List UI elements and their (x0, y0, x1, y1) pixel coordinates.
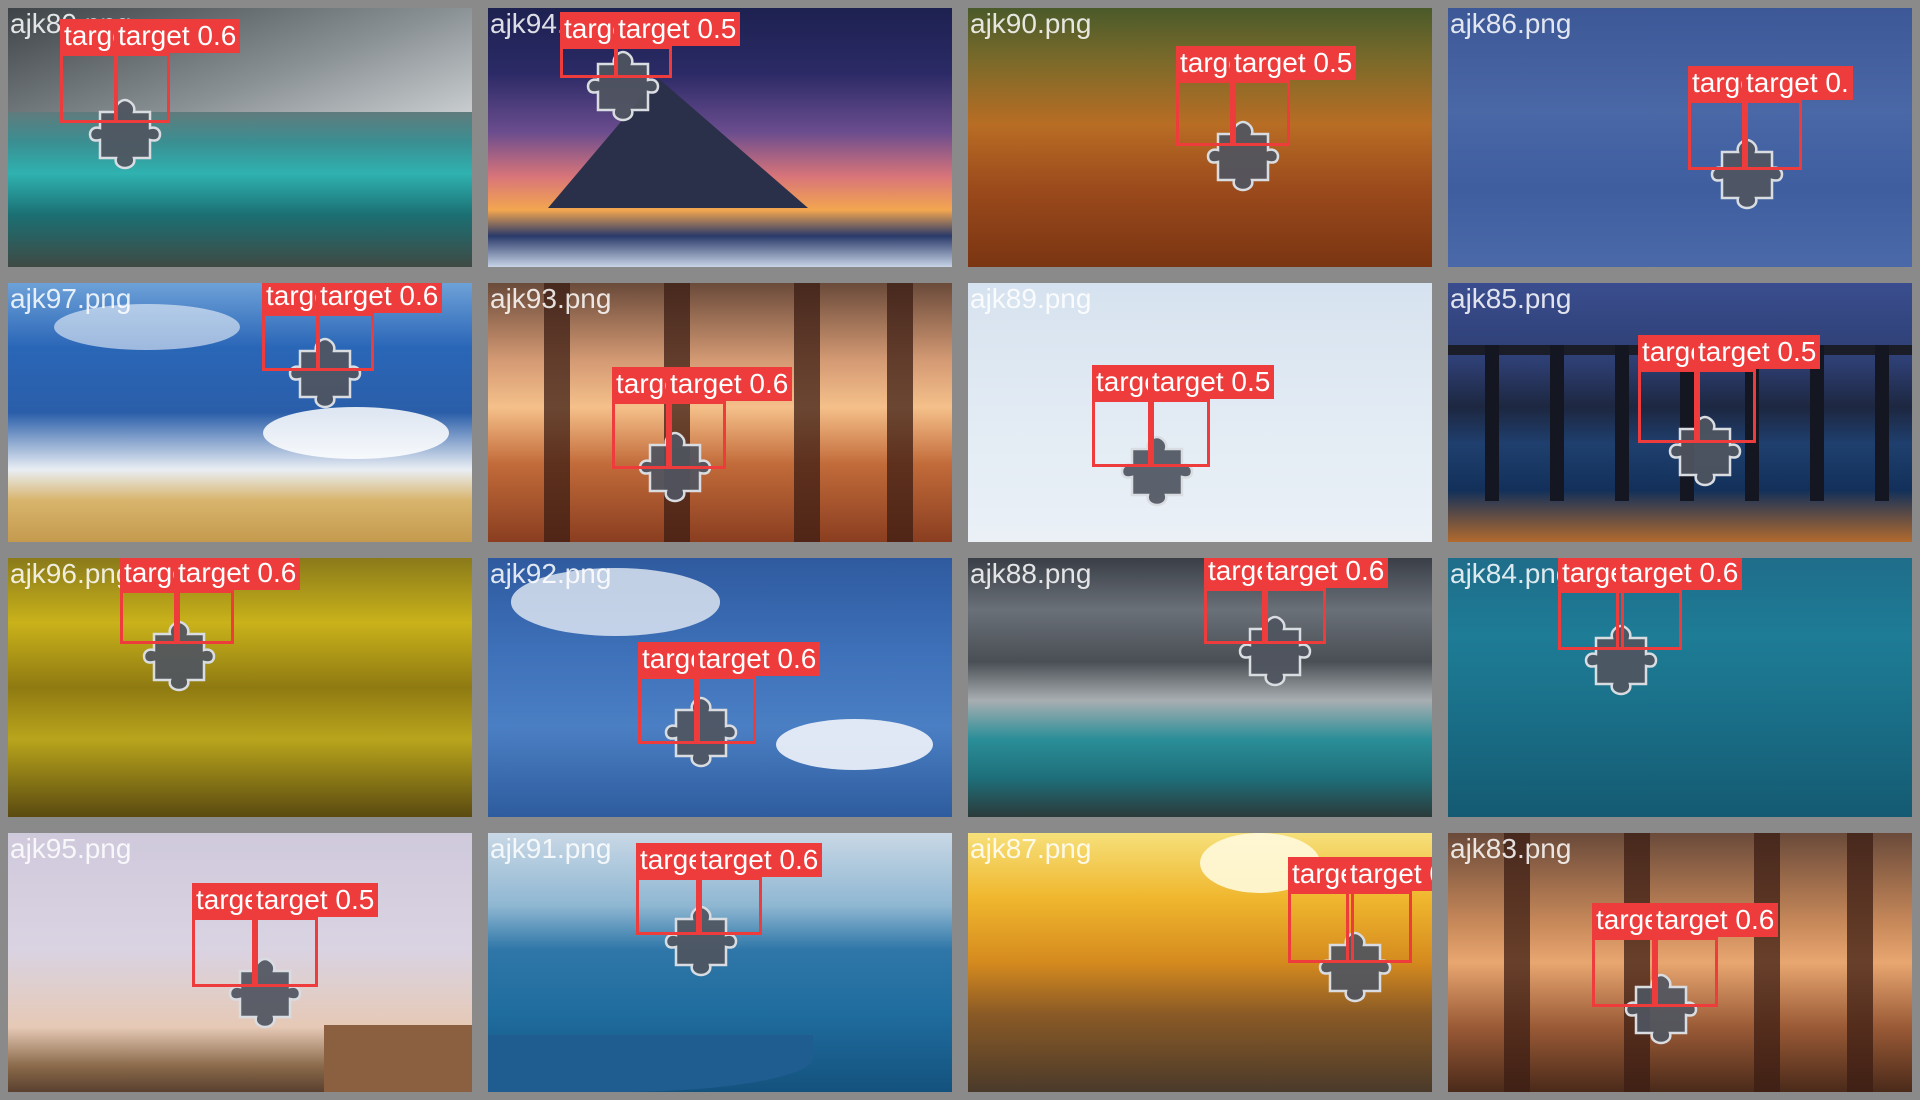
image-filename: ajk86.png (1450, 8, 1572, 39)
scene-image (968, 558, 1432, 817)
detection-label: target 0.6 (696, 843, 823, 877)
detection-box (1176, 80, 1236, 146)
detection-box (60, 53, 118, 123)
image-tile[interactable]: targe target 0.6 ajk96.png (0, 550, 480, 825)
detection-box (174, 590, 234, 644)
detection-box (192, 917, 258, 987)
detection-box (1148, 399, 1210, 467)
image-tile[interactable]: target target 0.5 ajk95.png (0, 825, 480, 1100)
image-filename: ajk87.png (970, 833, 1092, 864)
detection-box (316, 313, 374, 371)
detection-box (694, 676, 756, 744)
detection-label: target 0. (1742, 66, 1853, 100)
image-tile[interactable]: targe target 0.6 ajk97.png (0, 275, 480, 550)
detection-box (1092, 399, 1154, 467)
scene-image (8, 558, 472, 817)
detection-label: target 0.6 (694, 642, 821, 676)
detection-box (120, 590, 180, 644)
detection-label: target 0.6 (666, 367, 793, 401)
detection-box (1262, 588, 1326, 644)
image-filename: ajk95.png (10, 833, 132, 864)
detection-label: target 0.6 (174, 558, 301, 590)
detection-label: target 0.6 (316, 283, 443, 313)
detection-box (252, 917, 318, 987)
detection-label: target 0.4 (1346, 857, 1432, 891)
detection-label: target 0.5 (614, 12, 741, 46)
detection-box (636, 877, 702, 935)
detection-box (666, 401, 726, 469)
image-tile[interactable]: target target 0.5 ajk94.png (480, 0, 960, 275)
image-filename: ajk92.png (490, 558, 612, 589)
detection-label: target 0.6 (1262, 558, 1389, 588)
image-filename: ajk93.png (490, 283, 612, 314)
detection-box (614, 46, 672, 78)
detection-box (1652, 937, 1718, 1007)
image-filename: ajk90.png (970, 8, 1092, 39)
detection-box (1688, 100, 1748, 170)
image-filename: ajk85.png (1450, 283, 1572, 314)
image-tile[interactable]: target target 0.6 ajk88.png (960, 550, 1440, 825)
image-tile[interactable]: targe target 0. ajk86.png (1440, 0, 1920, 275)
detection-label: target 0.6 (114, 19, 241, 53)
detection-label: target 0.6 (1652, 903, 1779, 937)
detection-box (1742, 100, 1802, 170)
detection-box (696, 877, 762, 935)
detection-box (1694, 369, 1756, 443)
image-tile[interactable]: target target 0.5 ajk89.png (960, 275, 1440, 550)
image-tile[interactable]: target target 0.6 ajk84.png (1440, 550, 1920, 825)
scene-image (8, 283, 472, 542)
detection-box (638, 676, 700, 744)
detection-box (262, 313, 320, 371)
image-tile[interactable]: target target 0.5 ajk90.png (960, 0, 1440, 275)
scene-image (1448, 8, 1912, 267)
detection-results-grid: target 0.6target 0.6ajk80.pngtargettarge… (0, 0, 1920, 1100)
image-tile[interactable]: targettarget 0.4ajk87.png (960, 825, 1440, 1100)
detection-box (1558, 590, 1624, 650)
image-tile[interactable]: target target 0.6 ajk91.png (480, 825, 960, 1100)
detection-box (560, 46, 618, 78)
detection-box (1638, 369, 1700, 443)
image-filename: ajk97.png (10, 283, 132, 314)
detection-box (1346, 891, 1412, 963)
detection-box (612, 401, 672, 469)
detection-label: target 0.5 (1148, 365, 1275, 399)
image-tile[interactable]: target target 0.6 ajk93.png (480, 275, 960, 550)
image-tile[interactable]: targe target 0.5 ajk85.png (1440, 275, 1920, 550)
detection-box (1592, 937, 1658, 1007)
detection-label: target 0.5 (1694, 335, 1821, 369)
detection-label: target 0.6 (1616, 558, 1743, 590)
detection-label: target 0.5 (1230, 46, 1357, 80)
detection-box (1616, 590, 1682, 650)
image-filename: ajk89.png (970, 283, 1092, 314)
image-filename: ajk96.png (10, 558, 132, 589)
detection-box (1230, 80, 1290, 146)
detection-box (1288, 891, 1354, 963)
image-filename: ajk83.png (1450, 833, 1572, 864)
image-filename: ajk88.png (970, 558, 1092, 589)
image-filename: ajk91.png (490, 833, 612, 864)
image-filename: ajk84.png (1450, 558, 1572, 589)
image-tile[interactable]: target target 0.6 ajk92.png (480, 550, 960, 825)
detection-label: target 0.5 (252, 883, 379, 917)
scene-image (488, 8, 952, 267)
image-tile[interactable]: target 0.6target 0.6ajk80.png (0, 0, 480, 275)
image-tile[interactable]: target target 0.6 ajk83.png (1440, 825, 1920, 1100)
detection-box (114, 53, 170, 123)
detection-box (1204, 588, 1268, 644)
